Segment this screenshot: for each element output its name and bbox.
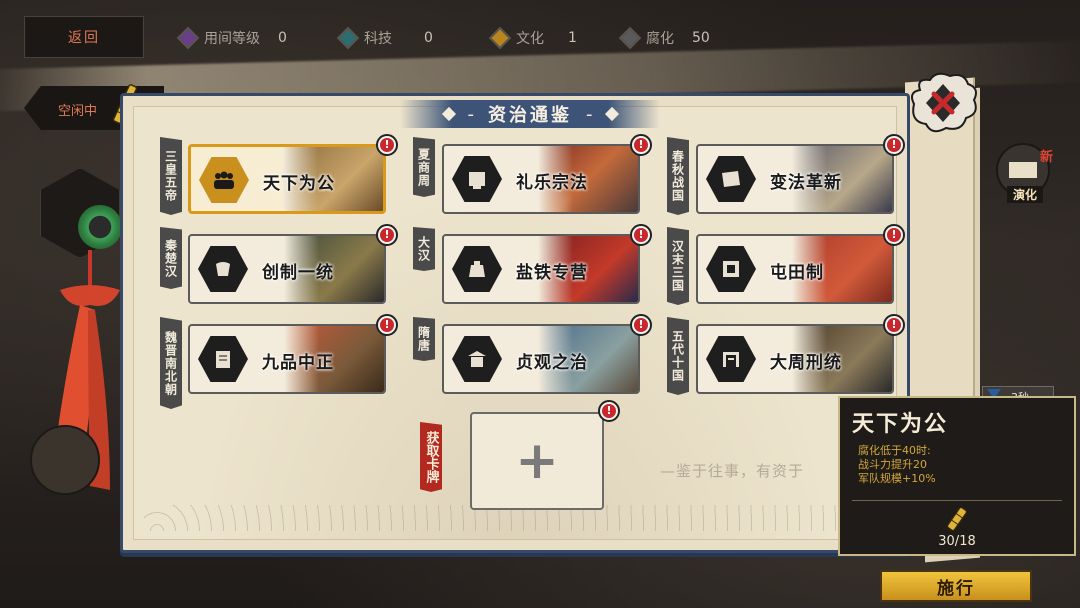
palace-icon <box>452 336 502 382</box>
card-liyuezongfa[interactable]: 礼乐宗法 <box>442 144 640 214</box>
card-name: 创制一统 <box>262 263 334 283</box>
card-name: 大周刑统 <box>770 353 842 373</box>
alert-badge-icon: ! <box>630 134 652 156</box>
era-label: 大汉 <box>413 227 435 271</box>
detail-line: 腐化低于40时: <box>858 444 931 457</box>
card-yantiezhuanying[interactable]: 盐铁专营 <box>442 234 640 304</box>
salt-sack-icon <box>452 246 502 292</box>
card-name: 盐铁专营 <box>516 263 588 283</box>
resource-name: 文化 <box>516 31 544 47</box>
scroll-map-icon <box>706 156 756 202</box>
card-name: 九品中正 <box>262 353 334 373</box>
card-name: 贞观之治 <box>516 353 588 373</box>
alert-glyph: ! <box>887 138 901 152</box>
alert-glyph: ! <box>887 228 901 242</box>
new-badge: 新 <box>1040 150 1054 165</box>
card-tianxiaweigong[interactable]: 天下为公 <box>188 144 386 214</box>
resource-value: 0 <box>424 30 433 46</box>
detail-description: 腐化低于40时: 战斗力提升20 军队规模+10% <box>858 444 936 486</box>
alert-badge-icon: ! <box>630 314 652 336</box>
alert-glyph: ! <box>380 228 394 242</box>
close-icon[interactable] <box>906 70 980 136</box>
alert-glyph: ! <box>380 318 394 332</box>
era-label: 春秋战国 <box>667 137 689 215</box>
apply-button[interactable]: 施行 <box>880 570 1032 602</box>
card-name: 屯田制 <box>770 263 824 283</box>
era-label: 五代十国 <box>667 317 689 395</box>
quote-text: —鉴于往事，有资于 <box>660 462 805 480</box>
gold-diamond-icon <box>488 26 512 50</box>
purple-diamond-icon <box>176 26 200 50</box>
era-label: 汉末三国 <box>667 227 689 305</box>
left-medal-decoration <box>30 425 100 495</box>
era-label: 魏晋南北朝 <box>160 317 182 409</box>
resource-spy-level: 用间等级 0 <box>176 26 287 50</box>
alert-badge-icon: ! <box>883 134 905 156</box>
detail-panel: 天下为公 腐化低于40时: 战斗力提升20 军队规模+10% 30/18 <box>838 396 1076 556</box>
card-name: 天下为公 <box>263 174 335 194</box>
era-label: 隋唐 <box>413 317 435 361</box>
banner-icon <box>452 156 502 202</box>
get-card-label: 获取卡牌 <box>420 422 442 492</box>
evolution-label: 演化 <box>1007 186 1044 203</box>
alert-glyph: ! <box>634 138 648 152</box>
alert-glyph: ! <box>887 318 901 332</box>
bamboo-scroll-icon <box>947 507 967 531</box>
title-dash: - <box>586 103 593 125</box>
alert-glyph: ! <box>634 228 648 242</box>
resource-value: 1 <box>568 30 577 46</box>
card-name: 礼乐宗法 <box>516 173 588 193</box>
resource-name: 科技 <box>364 31 392 47</box>
alert-glyph: ! <box>380 138 394 152</box>
alert-glyph: ! <box>634 318 648 332</box>
alert-badge-icon: ! <box>376 134 398 156</box>
alert-glyph: ! <box>602 404 616 418</box>
card-name: 变法革新 <box>770 173 842 193</box>
jade-pendant-icon <box>78 205 122 249</box>
card-chuangzhiyitong[interactable]: 创制一统 <box>188 234 386 304</box>
card-dazhouxingtong[interactable]: 大周刑统 <box>696 324 894 394</box>
plus-icon: + <box>515 431 559 491</box>
card-bianfagexin[interactable]: 变法革新 <box>696 144 894 214</box>
era-label: 夏商周 <box>413 137 435 197</box>
alert-badge-icon: ! <box>630 224 652 246</box>
resource-value: 0 <box>278 30 287 46</box>
card-jiupinzhongzheng[interactable]: 九品中正 <box>188 324 386 394</box>
alert-badge-icon: ! <box>376 224 398 246</box>
diamond-ornament-icon <box>604 106 619 122</box>
detail-cost: 30/18 <box>938 534 976 549</box>
alert-badge-icon: ! <box>883 224 905 246</box>
card-zhenguanzhizhi[interactable]: 贞观之治 <box>442 324 640 394</box>
teal-diamond-icon <box>336 26 360 50</box>
back-button[interactable]: 返回 <box>24 16 144 58</box>
divider <box>852 500 1062 501</box>
title-banner: - 资治通鉴 - <box>400 100 660 128</box>
resource-corruption: 腐化 50 <box>618 26 710 50</box>
era-label: 秦楚汉 <box>160 227 182 289</box>
detail-title: 天下为公 <box>852 412 949 437</box>
gate-icon <box>706 336 756 382</box>
alert-badge-icon: ! <box>598 400 620 422</box>
people-icon <box>199 157 249 203</box>
field-seal-icon <box>706 246 756 292</box>
resource-name: 腐化 <box>646 31 674 47</box>
resource-tech: 科技 0 <box>336 26 433 50</box>
add-card-button[interactable]: + <box>470 412 604 510</box>
title-dash: - <box>467 103 475 125</box>
detail-line: 军队规模+10% <box>858 472 936 485</box>
resource-name: 用间等级 <box>204 31 260 47</box>
idle-label: 空闲中 <box>58 104 98 119</box>
resource-culture: 文化 1 <box>488 26 577 50</box>
diamond-ornament-icon <box>441 106 456 122</box>
resource-value: 50 <box>692 30 710 46</box>
era-label: 三皇五帝 <box>160 137 182 215</box>
alert-badge-icon: ! <box>883 314 905 336</box>
card-tuntianzhi[interactable]: 屯田制 <box>696 234 894 304</box>
document-icon <box>198 336 248 382</box>
vessel-icon <box>198 246 248 292</box>
page-title: 资治通鉴 <box>488 105 572 126</box>
grey-diamond-icon <box>618 26 642 50</box>
detail-line: 战斗力提升20 <box>858 458 927 471</box>
alert-badge-icon: ! <box>376 314 398 336</box>
